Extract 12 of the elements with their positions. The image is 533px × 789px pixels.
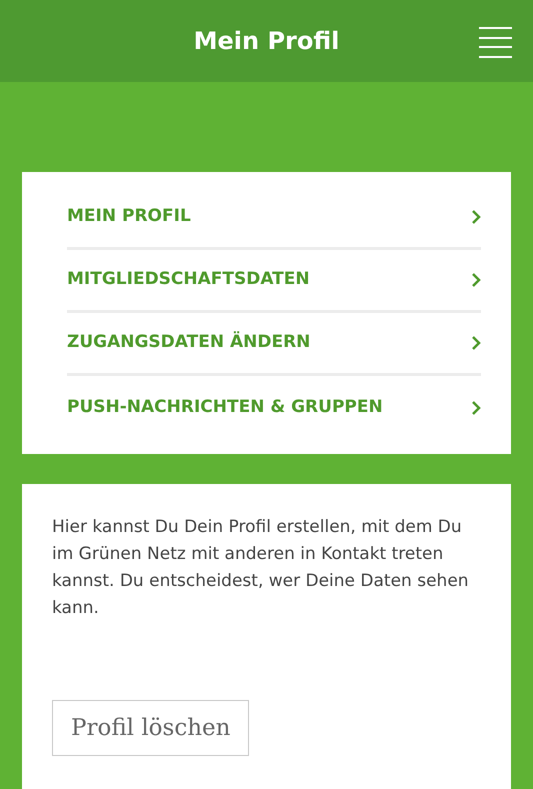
chevron-icon [471,273,481,287]
delete-profile-button[interactable]: Profil löschen [52,700,250,756]
info-text: Hier kannst Du Dein Profil erstellen, mit dem Du im Grünen Netz mit anderen in Kontakt treten kannst. Du entscheidest, wer Deine Daten sehen kann. [52,516,470,620]
menu-item[interactable]: ZUGANGSDATEN ÄNDERN [67,313,481,376]
chevron-icon [471,336,481,350]
menu-icon[interactable] [479,27,512,58]
menu-item[interactable]: PUSH-NACHRICHTEN & GRUPPEN [67,376,481,439]
page-title: Mein Profil [194,26,340,57]
menu-item[interactable]: MITGLIEDSCHAFTSDATEN [67,250,481,313]
menu-item[interactable]: MEIN PROFIL [67,187,481,250]
chevron-icon [471,210,481,224]
chevron-icon [471,400,481,414]
